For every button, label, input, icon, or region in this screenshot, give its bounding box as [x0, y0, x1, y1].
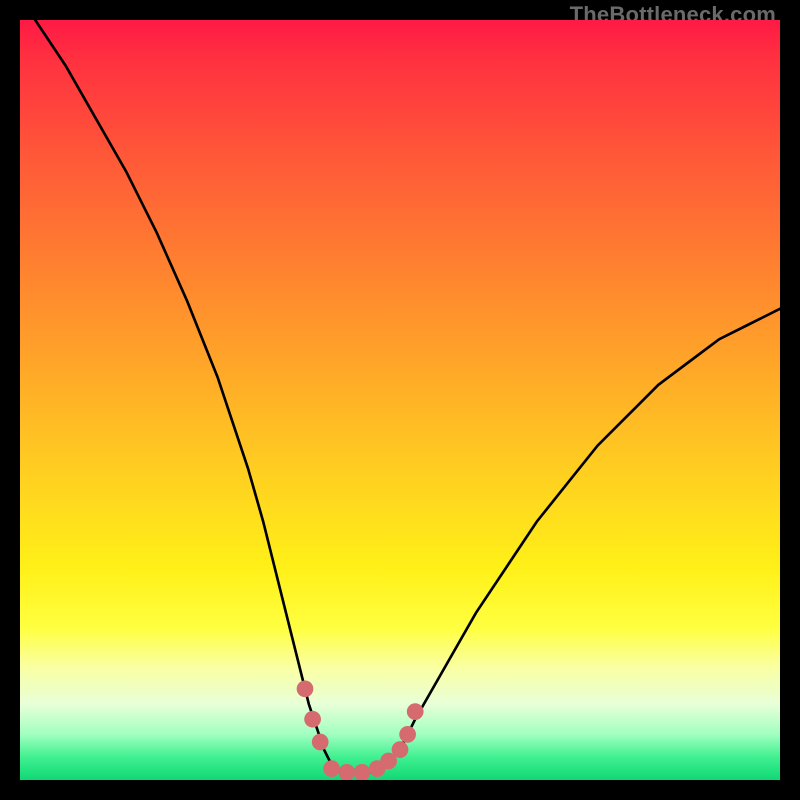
- highlight-dot: [297, 680, 314, 697]
- highlight-dot: [304, 711, 321, 728]
- highlight-dot: [338, 764, 355, 780]
- highlight-dot: [323, 760, 340, 777]
- chart-frame: TheBottleneck.com: [0, 0, 800, 800]
- highlight-dot: [399, 726, 416, 743]
- bottleneck-curve: [35, 20, 780, 772]
- highlight-dot: [312, 734, 329, 751]
- highlight-dot: [392, 741, 409, 758]
- highlight-dots: [297, 680, 424, 780]
- highlight-dot: [407, 703, 424, 720]
- chart-svg: [20, 20, 780, 780]
- plot-area: [20, 20, 780, 780]
- highlight-dot: [354, 764, 371, 780]
